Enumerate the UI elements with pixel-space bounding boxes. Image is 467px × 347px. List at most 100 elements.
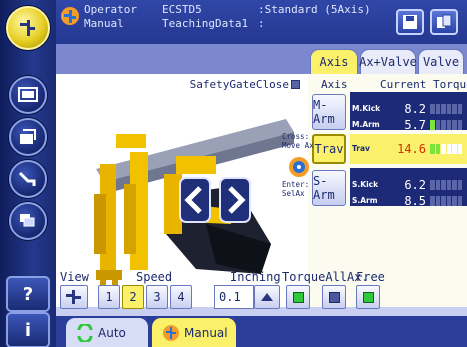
free-label: Free — [356, 270, 385, 284]
left-rail: ? i — [0, 0, 56, 347]
torque-row: Trav 14.6 — [308, 142, 467, 156]
torque-value: 14.6 — [397, 142, 426, 156]
torque-header: Current Torque — [380, 78, 467, 91]
tab-manual[interactable]: Manual — [152, 318, 236, 347]
torque-bar-segment — [446, 120, 451, 130]
torque-axis-name: Trav — [352, 144, 370, 153]
files-button[interactable] — [9, 202, 47, 240]
speed-label: Speed — [136, 270, 173, 284]
speed-2-button[interactable]: 2 — [122, 285, 144, 309]
mode-label: Manual — [84, 17, 124, 30]
torque-bar-segment — [452, 196, 457, 206]
axis-header: Axis — [321, 78, 348, 91]
torque-led-button[interactable] — [286, 285, 310, 309]
torque-axis-name: S.Kick — [352, 180, 379, 189]
robot-manual-icon — [61, 7, 79, 25]
copy-icon — [437, 14, 452, 28]
torque-value: 5.7 — [404, 118, 426, 132]
speed-1-button[interactable]: 1 — [98, 285, 120, 309]
torque-bar — [430, 120, 462, 130]
tab-ax-valve[interactable]: Ax+Valve — [359, 49, 417, 74]
torque-bar — [430, 180, 462, 190]
free-indicator — [362, 291, 374, 303]
inching-value-field[interactable]: 0.1 — [214, 285, 254, 309]
teaching-data-label: TeachingData1 — [162, 17, 249, 30]
arm-button[interactable] — [9, 160, 47, 198]
torque-bar-segment — [452, 144, 457, 154]
files-icon — [20, 214, 35, 227]
sel-ax-label: SelAx — [282, 189, 305, 198]
torque-value: 8.5 — [404, 194, 426, 208]
torque-bar-segment — [457, 180, 462, 190]
robot-home-icon — [20, 20, 35, 36]
torque-row: M.Arm 5.7 — [308, 118, 467, 132]
torque-axis-name: M.Kick — [352, 104, 381, 113]
torque-bar-segment — [435, 196, 440, 206]
home-button[interactable] — [6, 6, 50, 50]
tab-valve[interactable]: Valve — [418, 49, 464, 74]
header-colon: : — [258, 17, 265, 30]
standard-label: :Standard (5Axis) — [258, 3, 371, 16]
torque-bar-segment — [441, 120, 446, 130]
torque-bar-segment — [441, 104, 446, 114]
torque-row: S.Arm 8.5 — [308, 194, 467, 208]
torque-bar-segment — [452, 180, 457, 190]
torque-bar-segment — [430, 120, 435, 130]
mode-tab-bar: Axis Ax+Valve Valve — [56, 44, 467, 74]
help-button[interactable]: ? — [6, 276, 50, 312]
tab-auto[interactable]: Auto — [66, 318, 148, 347]
torque-bar-segment — [435, 120, 440, 130]
speed-3-button[interactable]: 3 — [146, 285, 168, 309]
manual-label: Manual — [184, 325, 228, 340]
view-toggle-button[interactable] — [60, 285, 88, 309]
torque-bar-segment — [452, 120, 457, 130]
torque-bar-segment — [457, 120, 462, 130]
torque-indicator — [292, 291, 304, 303]
inching-label: Inching — [230, 270, 281, 284]
operator-label: Operator — [84, 3, 137, 16]
monitor-icon — [18, 87, 38, 102]
free-led-button[interactable] — [356, 285, 380, 309]
info-button[interactable]: i — [6, 312, 50, 347]
controller-label: ECSTD5 — [162, 3, 202, 16]
rotate-left-button[interactable] — [179, 177, 211, 223]
robot-view-icon — [66, 290, 81, 304]
status-header: Operator Manual ECSTD5 TeachingData1 :St… — [56, 0, 467, 44]
speed-4-button[interactable]: 4 — [170, 285, 192, 309]
torque-axis-name: M.Arm — [352, 120, 380, 129]
inching-up-button[interactable] — [254, 285, 280, 309]
torque-bar-segment — [435, 144, 440, 154]
torque-bar-segment — [430, 104, 435, 114]
torque-bar-segment — [441, 180, 446, 190]
cross-label: Cross: — [282, 132, 310, 141]
torque-bar-segment — [430, 180, 435, 190]
torque-bar — [430, 196, 462, 206]
torque-bar-segment — [446, 144, 451, 154]
torque-bar-segment — [457, 144, 462, 154]
save-button[interactable] — [396, 9, 424, 35]
teach-button[interactable] — [9, 118, 47, 156]
torque-bar — [430, 144, 462, 154]
torque-bar-segment — [430, 144, 435, 154]
torque-row: S.Kick 6.2 — [308, 178, 467, 192]
torque-value: 6.2 — [404, 178, 426, 192]
bottom-tab-bar: Auto Manual — [56, 316, 467, 347]
torque-value: 8.2 — [404, 102, 426, 116]
torque-bar-segment — [446, 180, 451, 190]
torque-bar-segment — [441, 196, 446, 206]
all-ax-indicator — [328, 291, 340, 303]
copy-button[interactable] — [430, 9, 458, 35]
tab-axis[interactable]: Axis — [310, 49, 358, 74]
torque-bar-segment — [446, 104, 451, 114]
save-icon — [403, 15, 417, 29]
view-label: View — [60, 270, 89, 284]
monitor-button[interactable] — [9, 76, 47, 114]
teach-icon — [20, 129, 36, 144]
all-ax-led-button[interactable] — [322, 285, 346, 309]
main-panel: Axis Ax+Valve Valve SafetyGateClose Axis… — [56, 44, 467, 316]
torque-bar-segment — [446, 196, 451, 206]
torque-bar-segment — [457, 104, 462, 114]
rotate-right-button[interactable] — [219, 177, 251, 223]
torque-bar-segment — [435, 180, 440, 190]
torque-bar-segment — [457, 196, 462, 206]
